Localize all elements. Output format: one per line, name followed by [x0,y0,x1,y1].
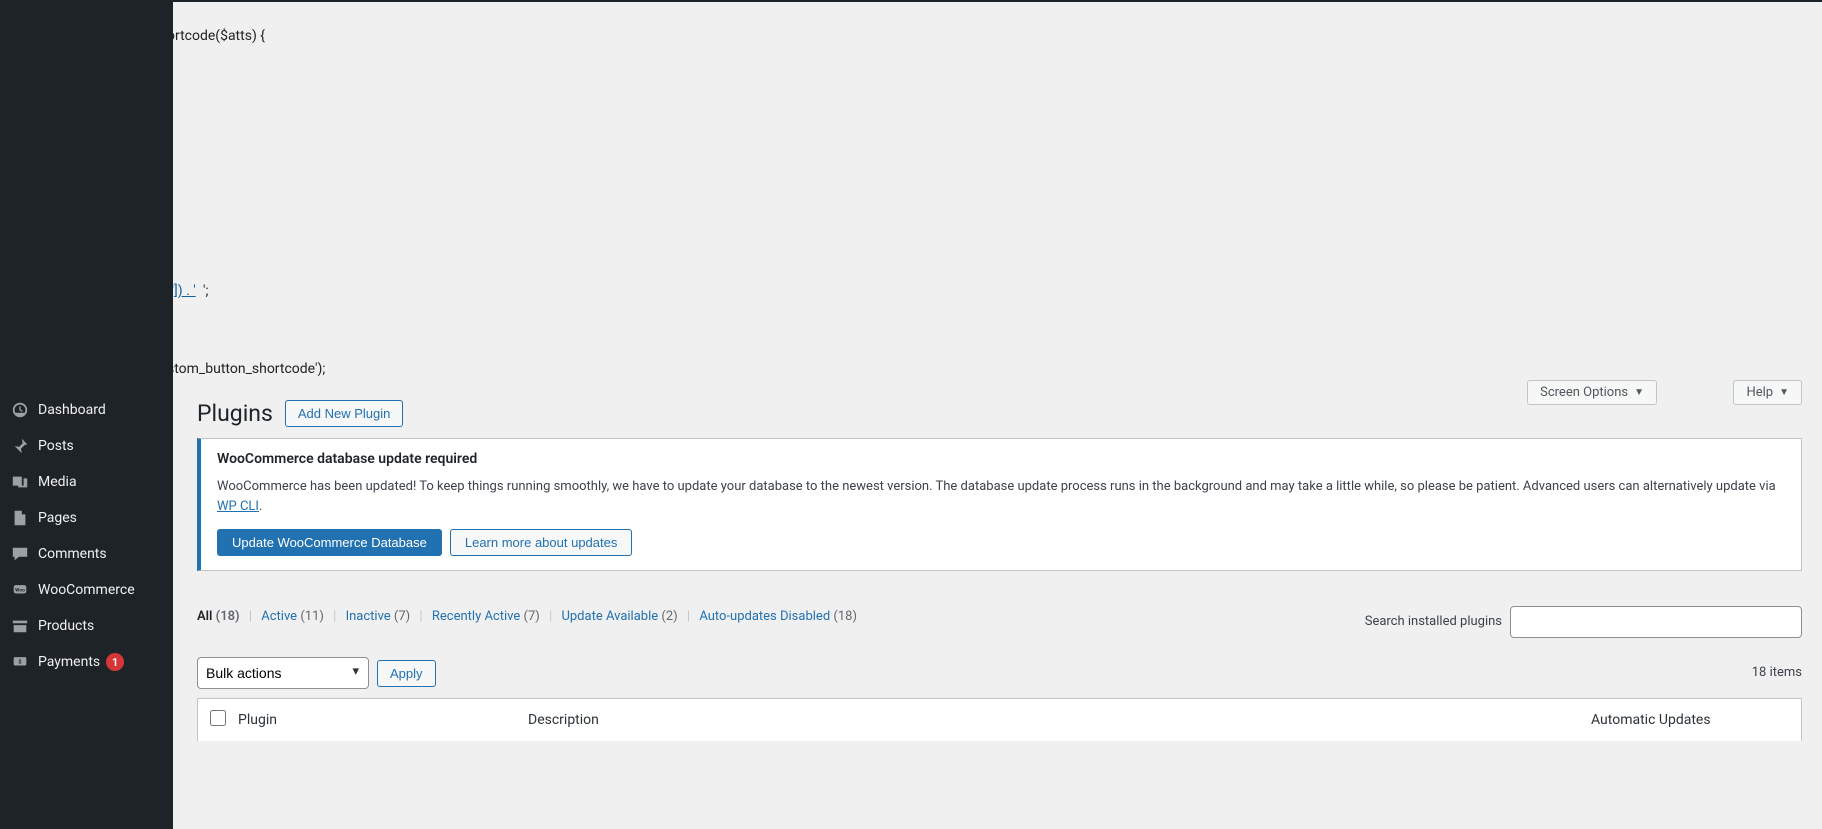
sidebar-item-products[interactable]: Products [0,608,173,644]
leaked-code-line-link[interactable]: t']) . ' [173,283,196,299]
leaked-code-line: '; [203,283,208,299]
table-header-row: Plugin Description Automatic Updates [198,699,1801,741]
help-label: Help [1746,385,1773,400]
add-new-plugin-button[interactable]: Add New Plugin [285,400,404,427]
select-all-cell [198,710,238,730]
plugin-status-filters: All (18) | Active (11) | Inactive (7) | … [197,609,857,624]
leaked-code-line: ortcode($atts) { [173,28,265,44]
chevron-down-icon: ▼ [1634,387,1644,398]
pin-icon [10,436,30,456]
filter-recently-active[interactable]: Recently Active [432,609,520,624]
sidebar-item-label: Media [38,474,77,490]
svg-text:Woo: Woo [15,587,25,593]
notice-body: WooCommerce has been updated! To keep th… [217,477,1785,517]
chevron-down-icon: ▼ [1779,387,1789,398]
products-icon [10,616,30,636]
sidebar-item-label: WooCommerce [38,582,135,598]
apply-bulk-button[interactable]: Apply [377,660,436,687]
sidebar-item-media[interactable]: Media [0,464,173,500]
dashboard-icon [10,400,30,420]
sidebar-item-posts[interactable]: Posts [0,428,173,464]
search-input[interactable] [1510,606,1802,638]
payments-badge: 1 [106,653,124,671]
search-label: Search installed plugins [1365,614,1502,629]
sidebar-item-dashboard[interactable]: Dashboard [0,392,173,428]
screen-options-label: Screen Options [1540,385,1628,400]
page-icon [10,508,30,528]
payments-icon: $ [10,652,30,672]
bulk-action-select-wrap: Bulk actions [197,657,369,689]
wp-cli-link[interactable]: WP CLI [217,499,259,514]
sidebar-item-label: Dashboard [38,402,106,418]
sidebar-item-payments[interactable]: $ Payments 1 [0,644,173,680]
media-icon [10,472,30,492]
bulk-actions-row: Bulk actions Apply [197,657,436,689]
update-database-button[interactable]: Update WooCommerce Database [217,529,442,556]
sidebar-item-label: Comments [38,546,107,562]
update-notice: WooCommerce database update required Woo… [197,438,1802,571]
screen-options-toggle[interactable]: Screen Options ▼ [1527,380,1657,405]
column-header-auto-updates[interactable]: Automatic Updates [1591,712,1801,728]
sidebar-item-comments[interactable]: Comments [0,536,173,572]
learn-more-button[interactable]: Learn more about updates [450,529,633,556]
select-all-checkbox[interactable] [210,710,226,726]
filter-inactive[interactable]: Inactive [346,609,391,624]
sidebar-item-woocommerce[interactable]: Woo WooCommerce [0,572,173,608]
notice-actions: Update WooCommerce Database Learn more a… [217,529,1785,556]
woocommerce-icon: Woo [10,580,30,600]
leaked-code-line: stom_button_shortcode'); [173,361,325,377]
notice-body-text-end: . [259,499,262,514]
bulk-action-select[interactable]: Bulk actions [197,657,369,689]
sidebar-item-label: Pages [38,510,77,526]
filter-auto-updates-disabled[interactable]: Auto-updates Disabled [699,609,830,624]
plugins-table: Plugin Description Automatic Updates [197,698,1802,741]
filter-active[interactable]: Active [261,609,297,624]
comment-icon [10,544,30,564]
admin-sidebar: Dashboard Posts Media Pages Comments Woo… [0,2,173,829]
column-header-plugin[interactable]: Plugin [238,712,528,728]
sidebar-item-label: Posts [38,438,74,454]
notice-title: WooCommerce database update required [217,451,1785,467]
filter-all[interactable]: All (18) [197,609,240,624]
svg-text:$: $ [18,658,21,665]
sidebar-item-label: Payments [38,654,100,670]
sidebar-item-label: Products [38,618,94,634]
content-area: ortcode($atts) { / t']) . ' '; stom_butt… [173,2,1822,829]
filter-update-available[interactable]: Update Available [561,609,658,624]
notice-body-text: WooCommerce has been updated! To keep th… [217,479,1776,494]
sidebar-item-pages[interactable]: Pages [0,500,173,536]
column-header-description[interactable]: Description [528,712,1591,728]
page-title: Plugins [197,400,273,427]
help-toggle[interactable]: Help ▼ [1733,380,1802,405]
items-count: 18 items [1752,665,1802,680]
page-header-row: Plugins Add New Plugin [197,400,403,427]
